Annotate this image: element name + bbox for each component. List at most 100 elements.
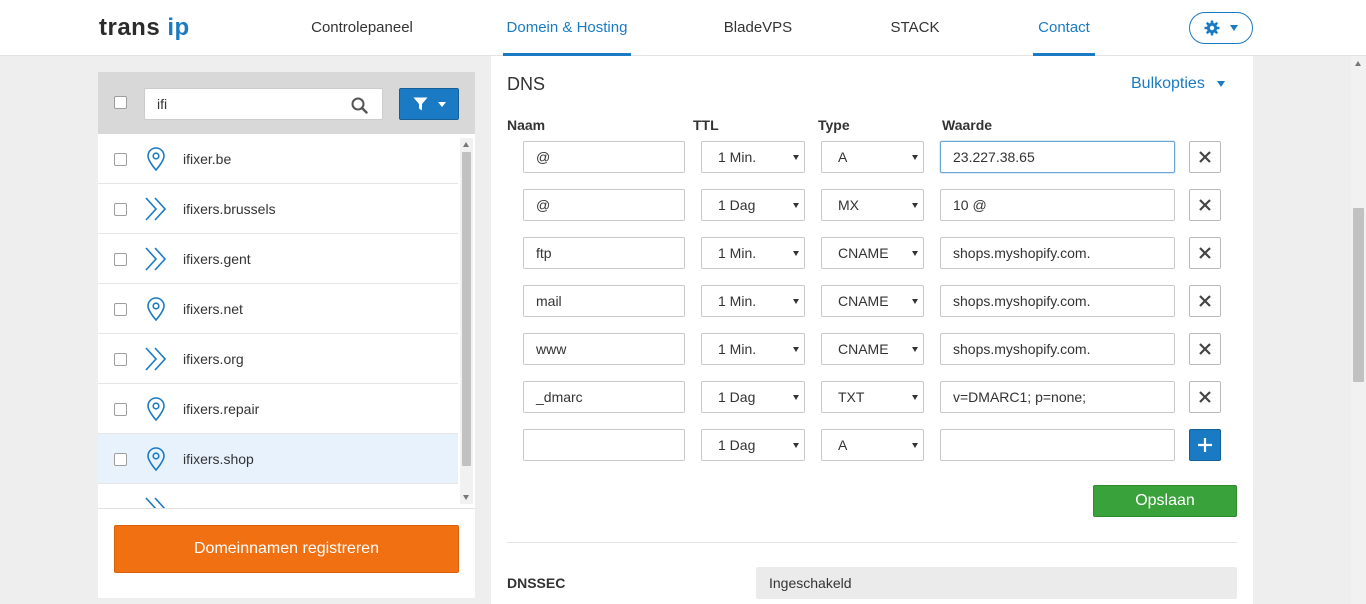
record-type-select[interactable]: TXT: [821, 381, 924, 413]
delete-record-button[interactable]: [1189, 333, 1221, 365]
new-record-ttl-select[interactable]: 1 Dag: [701, 429, 805, 461]
plus-icon: [1198, 438, 1212, 452]
domain-row[interactable]: ifixers.repair: [98, 384, 458, 434]
nav-stack[interactable]: STACK: [884, 0, 946, 56]
record-name-field[interactable]: _dmarc: [523, 381, 685, 413]
record-value-field[interactable]: shops.myshopify.com.: [940, 333, 1175, 365]
chevron-down-icon: [1216, 81, 1225, 87]
close-icon: [1199, 343, 1211, 355]
dns-panel: DNS Bulkopties Naam TTL Type Waarde @ 1 …: [491, 56, 1253, 604]
scroll-down-arrow-icon[interactable]: [463, 495, 469, 500]
domain-checkbox[interactable]: [114, 253, 127, 266]
select-caret-icon: [912, 395, 918, 400]
select-caret-icon: [793, 443, 799, 448]
new-record-value-field[interactable]: [940, 429, 1175, 461]
domain-row[interactable]: ifixers.gent: [98, 234, 458, 284]
record-type-select[interactable]: CNAME: [821, 333, 924, 365]
domain-checkbox[interactable]: [114, 153, 127, 166]
domain-checkbox[interactable]: [114, 353, 127, 366]
record-type-select[interactable]: MX: [821, 189, 924, 221]
record-ttl-select[interactable]: 1 Dag: [701, 189, 805, 221]
domain-row[interactable]: ifixers.org: [98, 334, 458, 384]
nav-bladevps[interactable]: BladeVPS: [718, 0, 798, 56]
domain-search: [144, 88, 383, 120]
domain-row[interactable]: [98, 484, 458, 508]
bulk-options-dropdown[interactable]: Bulkopties: [1131, 75, 1225, 93]
select-caret-icon: [912, 347, 918, 352]
domain-row-selected[interactable]: ifixers.shop: [98, 434, 458, 484]
record-value-field[interactable]: shops.myshopify.com.: [940, 285, 1175, 317]
location-pin-icon: [147, 447, 165, 472]
logo-text-right: ip: [167, 14, 190, 41]
close-icon: [1199, 199, 1211, 211]
chevron-down-icon: [1230, 25, 1238, 31]
scroll-up-arrow-icon[interactable]: [463, 142, 469, 147]
record-type-select[interactable]: A: [821, 141, 924, 173]
filter-button[interactable]: [399, 88, 459, 120]
select-caret-icon: [793, 155, 799, 160]
settings-menu-button[interactable]: [1189, 12, 1253, 44]
domain-name: ifixers.brussels: [183, 201, 276, 217]
record-ttl-select[interactable]: 1 Dag: [701, 381, 805, 413]
add-record-button[interactable]: [1189, 429, 1221, 461]
domain-checkbox[interactable]: [114, 303, 127, 316]
delete-record-button[interactable]: [1189, 189, 1221, 221]
ttl-value: 1 Dag: [718, 437, 756, 453]
delete-record-button[interactable]: [1189, 237, 1221, 269]
record-type-select[interactable]: CNAME: [821, 237, 924, 269]
select-caret-icon: [793, 299, 799, 304]
type-value: A: [838, 437, 848, 453]
new-record-type-select[interactable]: A: [821, 429, 924, 461]
record-ttl-select[interactable]: 1 Min.: [701, 285, 805, 317]
transip-logo[interactable]: trans ip: [99, 13, 190, 43]
record-ttl-select[interactable]: 1 Min.: [701, 333, 805, 365]
domain-name: ifixer.be: [183, 151, 232, 167]
domain-checkbox[interactable]: [114, 403, 127, 416]
record-name-field[interactable]: ftp: [523, 237, 685, 269]
new-record-name-field[interactable]: [523, 429, 685, 461]
forward-chevrons-icon: [145, 347, 167, 371]
record-name-field[interactable]: mail: [523, 285, 685, 317]
record-value-field[interactable]: 23.227.38.65: [940, 141, 1175, 173]
search-icon[interactable]: [351, 97, 368, 114]
forward-chevrons-icon: [145, 197, 167, 221]
nav-contact[interactable]: Contact: [1033, 0, 1095, 56]
delete-record-button[interactable]: [1189, 285, 1221, 317]
dns-title: DNS: [507, 74, 546, 94]
record-name-field[interactable]: www: [523, 333, 685, 365]
nav-controlepaneel[interactable]: Controlepaneel: [306, 0, 418, 56]
nav-domein-hosting[interactable]: Domein & Hosting: [503, 0, 631, 56]
record-value-field[interactable]: shops.myshopify.com.: [940, 237, 1175, 269]
location-pin-icon: [147, 397, 165, 422]
domain-checkbox[interactable]: [114, 453, 127, 466]
select-caret-icon: [912, 251, 918, 256]
select-all-checkbox[interactable]: [114, 96, 127, 109]
record-type-select[interactable]: CNAME: [821, 285, 924, 317]
record-name-field[interactable]: @: [523, 141, 685, 173]
domain-checkbox[interactable]: [114, 203, 127, 216]
record-value-field[interactable]: v=DMARC1; p=none;: [940, 381, 1175, 413]
record-ttl-select[interactable]: 1 Min.: [701, 237, 805, 269]
scroll-up-arrow-icon[interactable]: [1355, 61, 1361, 66]
type-value: TXT: [838, 389, 865, 405]
record-value-field[interactable]: 10 @: [940, 189, 1175, 221]
ttl-value: 1 Min.: [718, 149, 757, 165]
domain-row[interactable]: ifixers.net: [98, 284, 458, 334]
save-button[interactable]: Opslaan: [1093, 485, 1237, 517]
column-header-value: Waarde: [942, 117, 993, 133]
ttl-value: 1 Min.: [718, 341, 757, 357]
record-ttl-select[interactable]: 1 Min.: [701, 141, 805, 173]
domain-row[interactable]: ifixers.brussels: [98, 184, 458, 234]
record-name-field[interactable]: @: [523, 189, 685, 221]
page-scrollbar-thumb[interactable]: [1353, 208, 1364, 382]
delete-record-button[interactable]: [1189, 141, 1221, 173]
scrollbar-thumb[interactable]: [462, 152, 471, 466]
domain-list-scrollbar[interactable]: [460, 138, 473, 504]
select-caret-icon: [912, 443, 918, 448]
domain-row[interactable]: ifixer.be: [98, 134, 458, 184]
register-domains-button[interactable]: Domeinnamen registreren: [114, 525, 459, 573]
domain-search-input[interactable]: [145, 89, 335, 119]
page-scrollbar[interactable]: [1351, 56, 1366, 604]
domain-name: ifixers.gent: [183, 251, 251, 267]
delete-record-button[interactable]: [1189, 381, 1221, 413]
